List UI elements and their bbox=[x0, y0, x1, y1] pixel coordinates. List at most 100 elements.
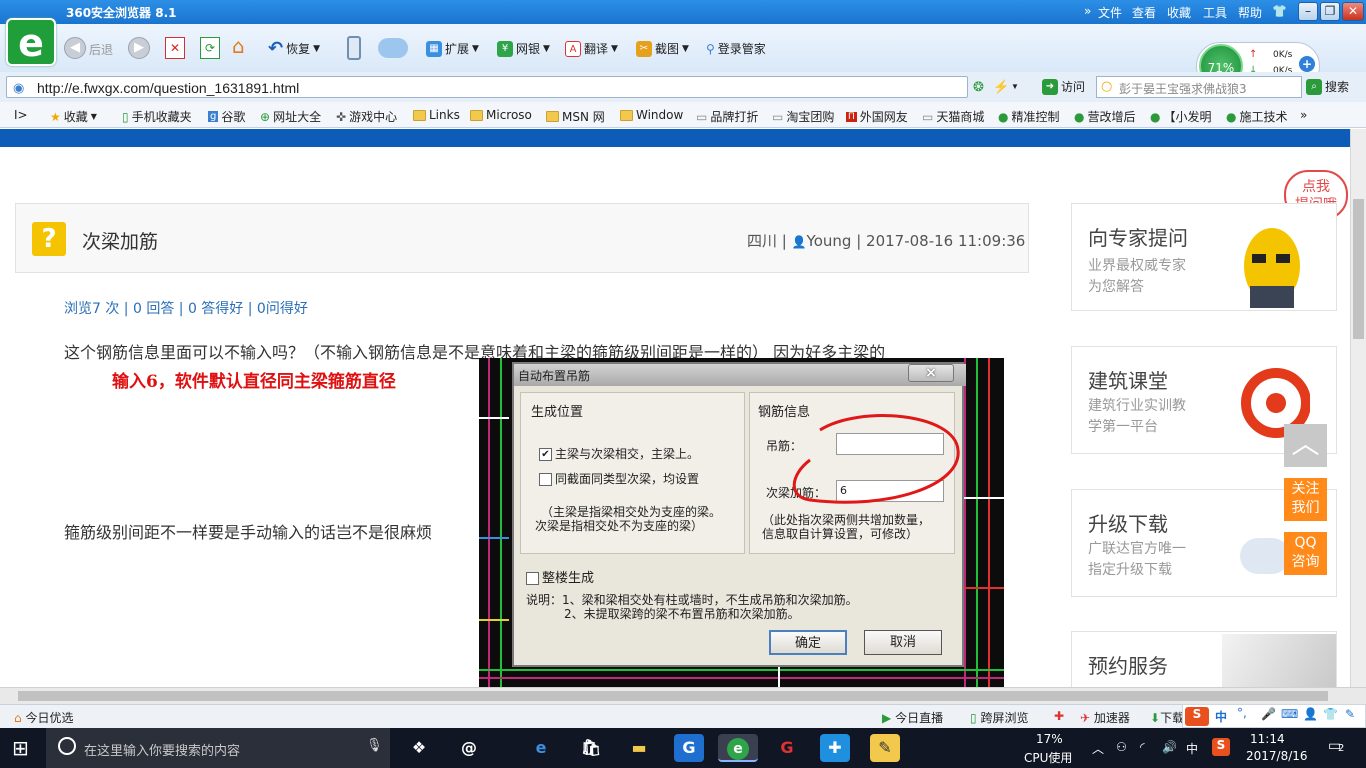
lightning-icon[interactable]: ⚡ bbox=[993, 79, 1009, 95]
banking-button[interactable]: ¥ 网银 ▼ bbox=[497, 40, 550, 57]
scroll-thumb[interactable] bbox=[1353, 199, 1364, 339]
back-to-top-icon[interactable]: ︿ bbox=[1284, 424, 1327, 467]
visit-button[interactable]: ➜ 访问 bbox=[1042, 78, 1085, 95]
live-button[interactable]: ▶ 今日直播 bbox=[882, 709, 943, 726]
cancel-button[interactable]: 取消 bbox=[864, 630, 942, 655]
file-explorer-icon[interactable]: ▬ bbox=[624, 734, 654, 762]
clock-date[interactable]: 2017/8/16 bbox=[1246, 749, 1308, 763]
dropdown-arrow-icon[interactable]: ▼ bbox=[1011, 82, 1019, 91]
plus-icon[interactable]: + bbox=[1299, 56, 1315, 72]
menu-file[interactable]: 文件 bbox=[1098, 4, 1122, 21]
sidebar-toggle-icon[interactable]: I> bbox=[14, 108, 28, 122]
bookmark-item[interactable]: Links bbox=[413, 108, 460, 122]
bookmark-item[interactable]: ▭ 品牌打折 bbox=[696, 108, 758, 125]
menu-favorites[interactable]: 收藏 bbox=[1167, 4, 1191, 21]
close-window-button[interactable]: ✕ bbox=[1342, 2, 1364, 21]
wifi-icon[interactable]: ◜ bbox=[1140, 740, 1145, 754]
bookmark-item[interactable]: ● 营改增后 bbox=[1074, 108, 1136, 125]
skin-icon[interactable]: 👕 bbox=[1323, 707, 1338, 721]
whole-floor-checkbox[interactable]: 整楼生成 bbox=[526, 567, 594, 586]
volume-icon[interactable]: 🔊 bbox=[1162, 740, 1177, 754]
accelerator-button[interactable]: ✈ 加速器 bbox=[1080, 709, 1130, 726]
menu-view[interactable]: 查看 bbox=[1132, 4, 1156, 21]
appointment-card[interactable]: 预约服务 bbox=[1071, 631, 1337, 691]
today-picks[interactable]: ⌂ 今日优选 bbox=[14, 709, 73, 726]
bookmark-item[interactable]: Microso bbox=[470, 108, 532, 122]
bookmark-item[interactable]: ▭ 淘宝团购 bbox=[772, 108, 834, 125]
same-section-checkbox[interactable]: 同截面同类型次梁，均设置 bbox=[539, 470, 699, 487]
keyboard-icon[interactable]: ⌨ bbox=[1281, 707, 1298, 721]
task-view-icon[interactable]: ❖ bbox=[404, 734, 434, 762]
taskbar-search-input[interactable]: 在这里输入你要搜索的内容 🎙 bbox=[46, 728, 390, 768]
bookmark-item[interactable]: ● 精准控制 bbox=[998, 108, 1060, 125]
question-stats[interactable]: 浏览7 次 | 0 回答 | 0 答得好 | 0问得好 bbox=[64, 298, 308, 318]
plus-app-icon[interactable]: ✚ bbox=[820, 734, 850, 762]
ime-toolbar[interactable]: S 中 °, 🎤 ⌨ 👤 👕 ✎ bbox=[1182, 704, 1366, 728]
login-manager-button[interactable]: ⚲ 登录管家 bbox=[706, 40, 766, 57]
bookmark-item[interactable]: ● 施工技术 bbox=[1226, 108, 1288, 125]
microphone-icon[interactable]: 🎙 bbox=[366, 738, 383, 753]
search-button[interactable]: ⌕ 搜索 bbox=[1306, 78, 1349, 95]
bookmark-item[interactable]: ✜ 游戏中心 bbox=[336, 108, 397, 125]
menu-help[interactable]: 帮助 bbox=[1238, 4, 1262, 21]
extensions-button[interactable]: ▦ 扩展 ▼ bbox=[426, 40, 479, 57]
360-browser-taskbar-icon[interactable]: e bbox=[718, 734, 758, 762]
user-icon[interactable]: 👤 bbox=[1303, 707, 1318, 721]
browser-taskbar-icon[interactable]: @ bbox=[454, 734, 484, 762]
menu-chevron-icon[interactable]: » bbox=[1084, 4, 1091, 18]
bookmark-item[interactable]: ● 【小发明 bbox=[1150, 108, 1212, 125]
screenshot-button[interactable]: ✂ 截图 ▼ bbox=[636, 40, 689, 57]
network-icon[interactable]: ⚇ bbox=[1116, 740, 1127, 754]
notes-icon[interactable]: ✎ bbox=[870, 734, 900, 762]
ime-mode[interactable]: 中 bbox=[1215, 708, 1227, 725]
skin-icon[interactable]: 👕 bbox=[1272, 4, 1287, 18]
menu-tools[interactable]: 工具 bbox=[1203, 4, 1227, 21]
bookmark-item[interactable]: MSN 网 bbox=[546, 108, 605, 125]
browser-logo[interactable]: e bbox=[6, 18, 56, 66]
main-beam-checkbox[interactable]: ✔ 主梁与次梁相交，主梁上。 bbox=[539, 445, 699, 462]
edge-icon[interactable]: e bbox=[526, 734, 556, 762]
cloud-icon[interactable] bbox=[378, 38, 408, 58]
clock-time[interactable]: 11:14 bbox=[1250, 732, 1285, 746]
back-arrow-icon[interactable]: ◀ bbox=[64, 37, 86, 59]
vertical-scrollbar[interactable] bbox=[1350, 129, 1366, 687]
tray-chevron-icon[interactable]: ︿ bbox=[1092, 740, 1104, 757]
bookmark-item[interactable]: g 谷歌 bbox=[208, 108, 245, 125]
cross-screen-button[interactable]: ▯ 跨屏浏览 bbox=[970, 709, 1028, 726]
bookmark-item[interactable]: ▯ 手机收藏夹 bbox=[122, 108, 192, 125]
horizontal-scrollbar[interactable] bbox=[0, 687, 1366, 704]
punctuation-icon[interactable]: °, bbox=[1237, 706, 1247, 720]
store-icon[interactable]: 🛍 bbox=[576, 734, 606, 762]
bookmark-item[interactable]: ▭ 天猫商城 bbox=[922, 108, 984, 125]
more-bookmarks-icon[interactable]: » bbox=[1300, 108, 1307, 122]
minimize-button[interactable]: – bbox=[1298, 2, 1318, 21]
follow-us-button[interactable]: 关注 我们 bbox=[1284, 478, 1327, 521]
phone-icon[interactable] bbox=[347, 36, 361, 60]
url-field[interactable]: ◉ http://e.fwxgx.com/question_1631891.ht… bbox=[6, 76, 1019, 98]
bookmark-item[interactable]: ⊕ 网址大全 bbox=[260, 108, 321, 125]
qq-consult-button[interactable]: QQ 咨询 bbox=[1284, 532, 1327, 575]
home-icon[interactable]: ⌂ bbox=[232, 34, 256, 58]
glodon-icon[interactable]: G bbox=[674, 734, 704, 762]
download-button[interactable]: ⬇下载 bbox=[1150, 709, 1184, 726]
tray-ime[interactable]: 中 bbox=[1186, 740, 1198, 757]
expert-card[interactable]: 向专家提问 业界最权威专家 为您解答 bbox=[1071, 203, 1337, 311]
back-button-label[interactable]: 后退 bbox=[89, 41, 113, 58]
app-icon[interactable]: G bbox=[772, 734, 802, 762]
wrench-icon[interactable]: ✎ bbox=[1345, 707, 1355, 721]
forward-arrow-icon[interactable]: ▶ bbox=[128, 37, 150, 59]
bookmark-item[interactable]: Window bbox=[620, 108, 683, 122]
microphone-icon[interactable]: 🎤 bbox=[1261, 707, 1276, 721]
maximize-button[interactable]: ❐ bbox=[1320, 2, 1340, 21]
bookmark-item[interactable]: ★ 收藏 ▼ bbox=[50, 108, 97, 125]
security-icon[interactable]: ❂ bbox=[973, 79, 984, 95]
medkit-icon[interactable]: ✚ bbox=[1054, 709, 1064, 723]
translate-button[interactable]: A 翻译 ▼ bbox=[565, 40, 618, 57]
stop-icon[interactable]: ✕ bbox=[165, 37, 185, 59]
restore-button[interactable]: ↶ 恢复 ▼ bbox=[268, 38, 320, 59]
search-input[interactable]: ○ 彭于晏王宝强求佛战狼3 bbox=[1096, 76, 1302, 98]
dialog-close-button[interactable]: × bbox=[908, 364, 954, 382]
refresh-icon[interactable]: ⟳ bbox=[200, 37, 220, 59]
bookmark-item[interactable]: П 外国网友 bbox=[846, 108, 908, 125]
sogou-tray-icon[interactable]: S bbox=[1212, 738, 1230, 756]
